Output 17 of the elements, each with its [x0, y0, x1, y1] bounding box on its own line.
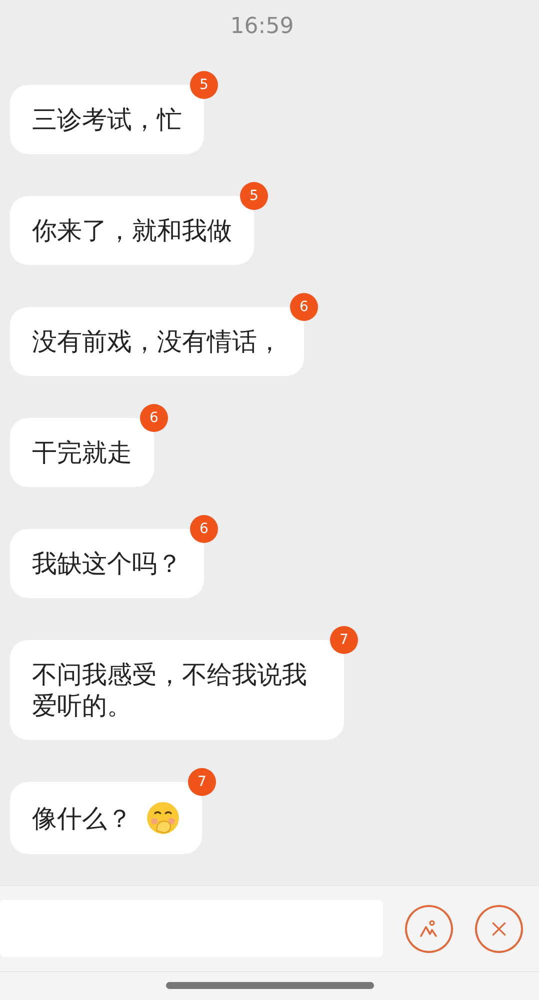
unread-badge: 5	[240, 182, 268, 210]
unread-badge: 5	[190, 71, 218, 99]
message-text: 像什么？	[32, 802, 132, 834]
unread-badge: 7	[188, 768, 216, 796]
unread-badge: 7	[330, 626, 358, 654]
message-text: 不问我感受，不给我说我爱听的。	[32, 659, 308, 721]
unread-badge: 6	[140, 404, 168, 432]
status-time: 16:59	[230, 14, 294, 39]
message-text: 三诊考试，忙	[32, 104, 182, 135]
message-text: 没有前戏，没有情话，	[32, 326, 282, 357]
message-text: 干完就走	[32, 437, 132, 468]
close-button[interactable]	[475, 904, 523, 952]
message-text: 你来了，就和我做	[32, 215, 232, 246]
unread-badge: 6	[290, 293, 318, 321]
unread-badge: 6	[190, 515, 218, 543]
message-text: 我缺这个吗？	[32, 548, 182, 579]
image-button[interactable]	[405, 904, 454, 952]
